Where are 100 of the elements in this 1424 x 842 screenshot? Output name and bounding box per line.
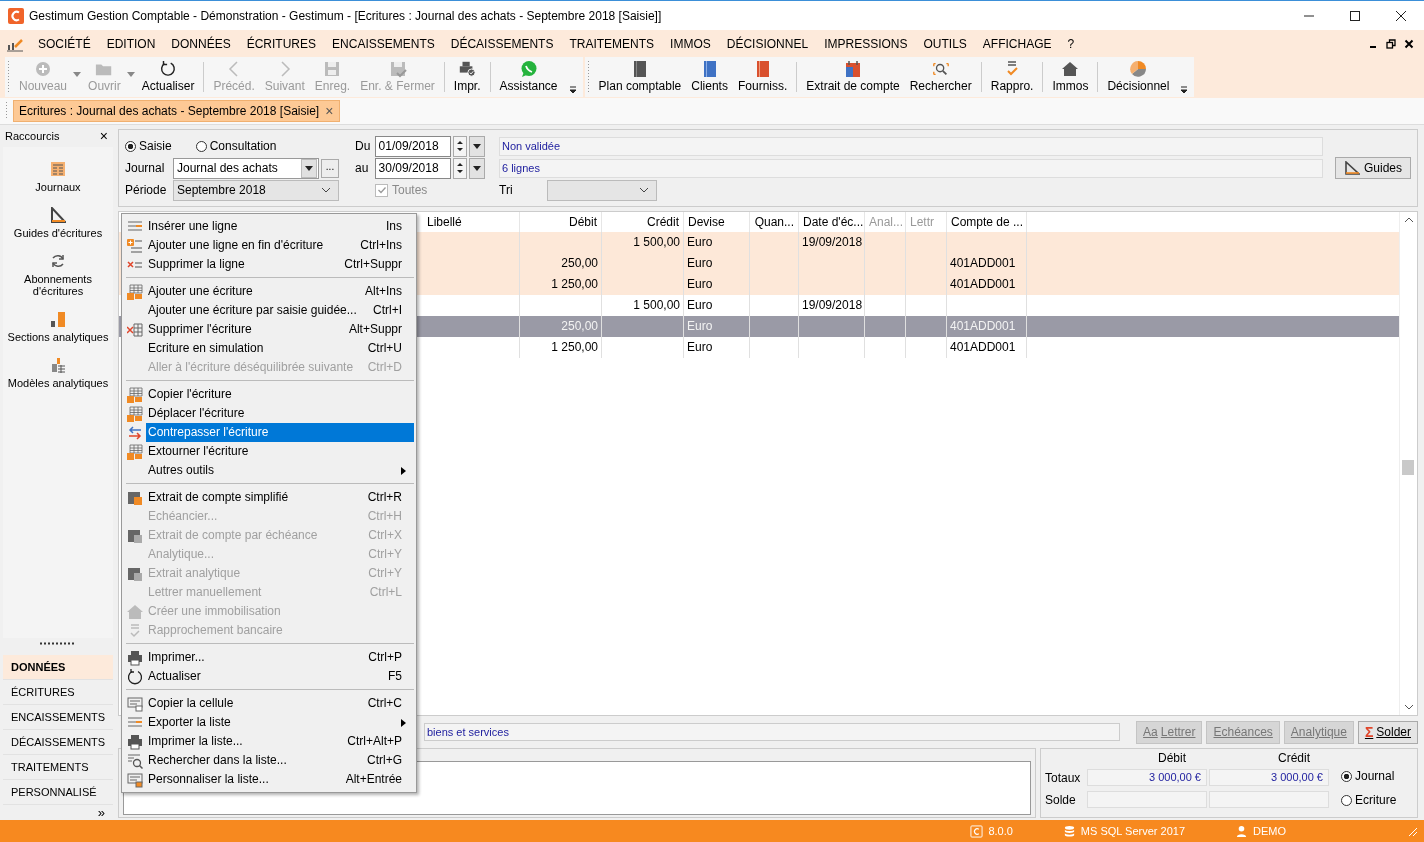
toolbar-button[interactable]: Impr.	[448, 57, 486, 97]
caret-icon	[305, 165, 313, 171]
context-menu-item[interactable]: Actualiser F5	[124, 667, 414, 686]
menu-item[interactable]: IMMOS	[662, 36, 719, 51]
bar-chart-icon[interactable]	[50, 311, 66, 327]
version-text: 8.0.0	[988, 825, 1013, 837]
toolbar-button[interactable]: Extrait de compte	[801, 57, 905, 97]
spin-button[interactable]	[452, 135, 468, 157]
toolbar-button[interactable]: Clients	[686, 57, 733, 97]
browse-button[interactable]: ...	[321, 158, 339, 178]
close-icon[interactable]	[1404, 38, 1414, 49]
shortcut-label[interactable]: Sections analytiques	[7, 331, 109, 343]
vertical-scrollbar[interactable]	[1399, 212, 1417, 715]
printer-icon	[127, 733, 143, 750]
document-tab[interactable]: Ecritures : Journal des achats - Septembre 2018 [Saisie] ×	[13, 100, 341, 122]
spin-button[interactable]	[452, 157, 468, 179]
menu-item[interactable]: ÉCRITURES	[238, 36, 325, 51]
column-header: Débit	[1157, 751, 1187, 765]
line-count-field: 6 lignes	[499, 158, 1323, 178]
guides-button[interactable]: Guides	[1334, 157, 1411, 179]
menu-item[interactable]: IMPRESSIONS	[816, 36, 916, 51]
nav-item[interactable]: TRAITEMENTS	[3, 755, 113, 780]
table-cell: 1 500,00	[633, 298, 680, 312]
menu-item[interactable]: DÉCISIONNEL	[718, 36, 817, 51]
context-menu-item[interactable]: Imprimer la liste... Ctrl+Alt+P	[124, 732, 414, 751]
logo-icon	[970, 824, 984, 838]
action-button[interactable]: Σ Solder	[1357, 720, 1418, 744]
context-menu-item[interactable]: Ecriture en simulation Ctrl+U	[124, 339, 414, 358]
shortcut-label[interactable]: Modèles analytiques	[7, 377, 109, 389]
radio-option[interactable]: Saisie	[125, 139, 172, 153]
nav-item[interactable]: PERSONNALISÉ	[3, 780, 113, 805]
toolbar-button[interactable]: Fourniss.	[732, 57, 793, 97]
chart-grid-icon[interactable]	[50, 357, 66, 373]
context-menu-item[interactable]: Déplacer l'écriture	[124, 404, 414, 423]
shortcut-label[interactable]: Guides d'écritures	[13, 227, 103, 239]
context-menu-item[interactable]: Supprimer la ligne Ctrl+Suppr	[124, 255, 414, 274]
overflow-icon[interactable]	[568, 86, 577, 94]
scroll-up-icon[interactable]	[1403, 217, 1414, 223]
save-icon	[323, 60, 342, 78]
dropdown-button[interactable]	[469, 135, 485, 157]
toolbar-button[interactable]: Rappro.	[985, 57, 1039, 97]
context-menu-item[interactable]: Extrait de compte simplifié Ctrl+R	[124, 488, 414, 507]
context-menu-item[interactable]: Rechercher dans la liste... Ctrl+G	[124, 751, 414, 770]
menu-item[interactable]: SOCIÉTÉ	[30, 36, 99, 51]
context-menu-item[interactable]: Exporter la liste	[124, 713, 414, 732]
chevron-down-icon	[321, 187, 331, 193]
date-field[interactable]: 30/09/2018	[374, 157, 451, 179]
resize-grip-icon[interactable]	[1406, 825, 1418, 837]
sidebar-close-button[interactable]: ×	[99, 128, 108, 144]
table-cell: 401ADD001	[950, 319, 1016, 333]
menu-item[interactable]: DONNÉES	[163, 36, 239, 51]
nav-item[interactable]: ENCAISSEMENTS	[3, 705, 113, 730]
nav-item[interactable]: ÉCRITURES	[3, 680, 113, 705]
checkmark-icon	[376, 185, 387, 195]
toolbar-button[interactable]: Actualiser	[136, 57, 200, 97]
menu-item[interactable]: DÉCAISSEMENTS	[442, 36, 562, 51]
toolbar-button[interactable]: Assistance	[494, 57, 563, 97]
period-combo[interactable]: Septembre 2018	[173, 179, 339, 201]
splitter-grip-icon[interactable]	[40, 642, 76, 645]
journal-icon[interactable]	[50, 161, 66, 177]
context-menu-item[interactable]: Ajouter une ligne en fin d'écriture Ctrl+Ins	[124, 236, 414, 255]
menu-item[interactable]: AFFICHAGE	[974, 36, 1060, 51]
journal-combo[interactable]: Journal des achats	[173, 157, 319, 179]
menu-item[interactable]: ENCAISSEMENTS	[324, 36, 443, 51]
table-cell: Euro	[687, 235, 713, 249]
radio-option[interactable]: Journal	[1341, 769, 1397, 783]
menu-item[interactable]: EDITION	[98, 36, 164, 51]
toolbar-button[interactable]: Décisionnel	[1102, 57, 1175, 97]
table-cell: 401ADD001	[950, 277, 1016, 291]
context-menu-item[interactable]: Autres outils	[124, 461, 414, 480]
radio-option[interactable]: Consultation	[195, 139, 277, 153]
context-menu-item[interactable]: Personnaliser la liste... Alt+Entrée	[124, 770, 414, 789]
context-menu-item[interactable]: Extourner l'écriture	[124, 442, 414, 461]
context-menu-item[interactable]: Copier la cellule Ctrl+C	[124, 694, 414, 713]
context-menu-item[interactable]: Copier l'écriture	[124, 385, 414, 404]
date-field[interactable]: 01/09/2018	[374, 135, 451, 157]
toolbar-button[interactable]: Immos	[1047, 57, 1094, 97]
refresh-icon[interactable]	[50, 253, 66, 269]
row-label: Solde	[1045, 792, 1077, 807]
overflow-icon[interactable]	[1180, 86, 1189, 94]
toolbar-button[interactable]: Plan comptable	[593, 57, 687, 97]
restore-icon[interactable]	[1386, 38, 1396, 49]
database-text: MS SQL Server 2017	[1080, 825, 1185, 837]
shortcut-label[interactable]: Journaux	[35, 181, 81, 193]
dropdown-button[interactable]	[469, 157, 485, 179]
radio-option[interactable]: Ecriture	[1341, 793, 1397, 807]
shortcut-label[interactable]: Abonnements d'écritures	[18, 273, 98, 297]
nav-item[interactable]: DÉCAISSEMENTS	[3, 730, 113, 755]
menu-item[interactable]: OUTILS	[915, 36, 975, 51]
tab-close-button[interactable]: ×	[325, 103, 334, 119]
scroll-down-icon[interactable]	[1403, 704, 1414, 710]
context-menu-item[interactable]: Supprimer l'écriture Alt+Suppr	[124, 320, 414, 339]
context-menu-item[interactable]: Imprimer... Ctrl+P	[124, 648, 414, 667]
menu-item[interactable]: ?	[1059, 36, 1083, 51]
scroll-thumb[interactable]	[1402, 460, 1414, 475]
toolbar-button[interactable]: Rechercher	[904, 57, 977, 97]
nav-item[interactable]: DONNÉES	[3, 655, 113, 680]
more-button[interactable]: »	[97, 805, 113, 820]
menu-item[interactable]: TRAITEMENTS	[561, 36, 663, 51]
document-tab-title[interactable]: Ecritures : Journal des achats - Septembre 2018 [Saisie]	[19, 104, 320, 118]
